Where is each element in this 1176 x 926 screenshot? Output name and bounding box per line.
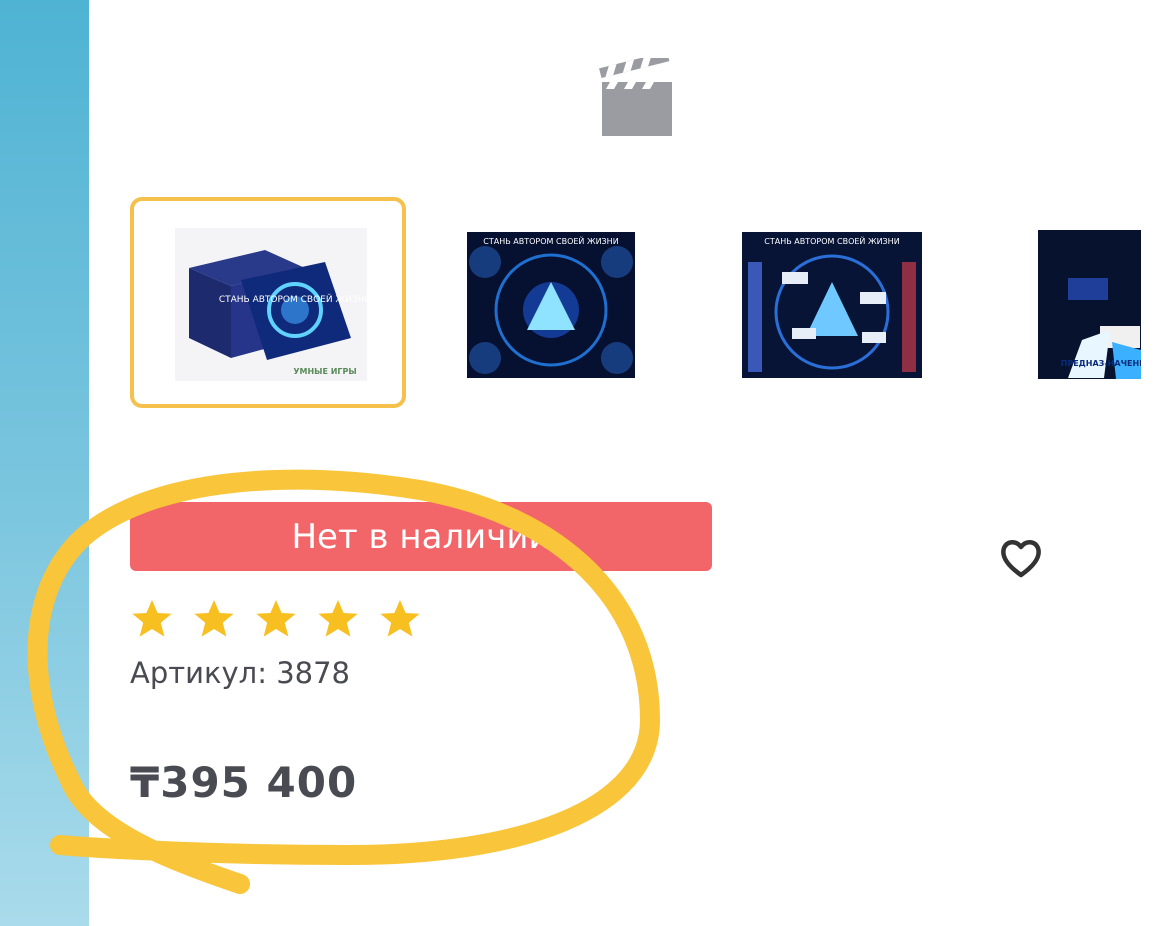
- thumbnail-3-text: СТАНЬ АВТОРОМ СВОЕЙ ЖИЗНИ: [764, 235, 899, 246]
- price: ₸395 400: [130, 758, 358, 807]
- thumbnail-4-text: ПРЕДНАЗ-НАЧЕНИЕ: [1061, 359, 1141, 368]
- thumbnail-4[interactable]: ПРЕДНАЗ-НАЧЕНИЕ: [1038, 230, 1141, 379]
- film-clapper-icon[interactable]: [598, 58, 674, 138]
- side-strip: [0, 0, 89, 926]
- sku-label: Артикул: 3878: [130, 656, 350, 690]
- star-icon: [194, 600, 234, 637]
- thumbnail-2-text: СТАНЬ АВТОРОМ СВОЕЙ ЖИЗНИ: [483, 235, 618, 246]
- thumbnail-1-box-text: СТАНЬ АВТОРОМ СВОЕЙ ЖИЗНИ: [219, 293, 367, 305]
- thumbnail-3[interactable]: СТАНЬ АВТОРОМ СВОЕЙ ЖИЗНИ: [742, 232, 922, 378]
- brand-text: УМНЫЕ ИГРЫ: [293, 367, 356, 376]
- star-icon: [318, 600, 358, 637]
- out-of-stock-button[interactable]: Нет в наличии: [130, 502, 712, 571]
- star-icon: [380, 600, 420, 637]
- heart-icon[interactable]: [998, 536, 1044, 580]
- thumbnail-2[interactable]: СТАНЬ АВТОРОМ СВОЕЙ ЖИЗНИ: [467, 232, 635, 378]
- star-icon: [256, 600, 296, 637]
- thumbnail-1-image: СТАНЬ АВТОРОМ СВОЕЙ ЖИЗНИ УМНЫЕ ИГРЫ: [175, 228, 367, 381]
- thumbnail-1[interactable]: СТАНЬ АВТОРОМ СВОЕЙ ЖИЗНИ УМНЫЕ ИГРЫ: [130, 197, 406, 408]
- star-icon: [132, 600, 172, 637]
- rating-stars: [130, 597, 422, 641]
